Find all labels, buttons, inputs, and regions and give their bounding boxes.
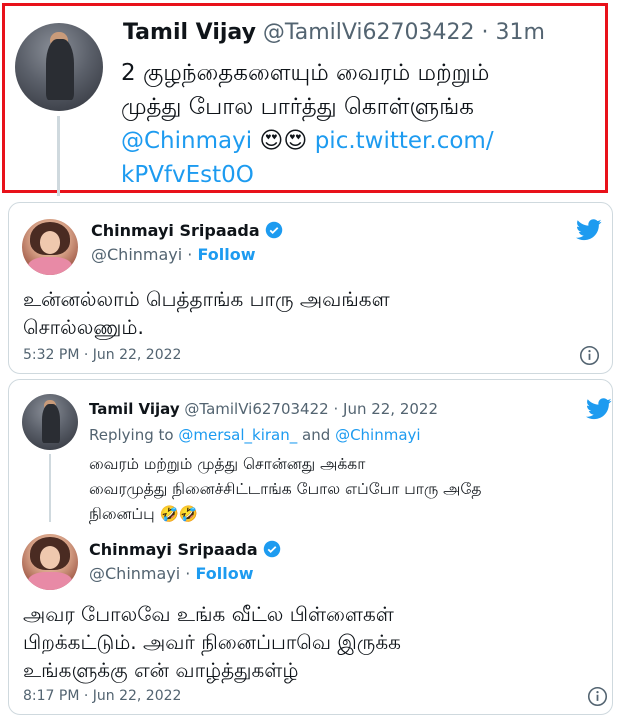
tweet-text: உன்னல்லாம் பெத்தாங்க பாரு அவங்கள சொல்லணு… <box>23 285 390 341</box>
emoji: 😍😍 <box>259 128 308 154</box>
timestamp[interactable]: 5:32 PM · Jun 22, 2022 <box>23 347 181 363</box>
author-name[interactable]: Chinmayi Sripaada <box>91 221 260 240</box>
tweet-text-line: 2 குழந்தைகளையும் வைரம் மற்றும் <box>121 60 490 86</box>
and-label: and <box>302 426 331 444</box>
follow-button[interactable]: Follow <box>197 245 255 264</box>
tweet-text-line: உங்களுக்கு என் வாழ்த்துகள்ழ் <box>23 658 299 682</box>
verified-badge-icon <box>263 540 281 558</box>
separator: · <box>187 245 193 264</box>
author-handle[interactable]: @TamilVi62703422 <box>263 20 475 45</box>
tweet-date[interactable]: Jun 22, 2022 <box>343 400 438 418</box>
replying-to: Replying to @mersal_kiran_ and @Chinmayi <box>89 426 421 444</box>
avatar[interactable] <box>22 534 78 590</box>
follow-button[interactable]: Follow <box>195 564 253 583</box>
author-handle[interactable]: @Chinmayi <box>91 245 182 264</box>
author-handle[interactable]: @TamilVi62703422 <box>184 400 328 418</box>
separator: · <box>481 20 489 45</box>
tweet-text-line: வைரமுத்து நினைச்சிட்டாங்க போல எப்போ பாரு… <box>89 480 482 498</box>
avatar[interactable] <box>15 23 103 111</box>
tweet-text: வைரம் மற்றும் முத்து சொன்னது அக்கா வைரமு… <box>89 452 482 527</box>
info-icon[interactable] <box>579 345 600 366</box>
media-link[interactable]: kPVfvEst0O <box>121 158 494 192</box>
timestamp[interactable]: 8:17 PM · Jun 22, 2022 <box>23 688 181 704</box>
author-name[interactable]: Tamil Vijay <box>89 400 180 418</box>
tweet-time[interactable]: 31m <box>496 20 545 45</box>
replying-label: Replying to <box>89 426 174 444</box>
mention-link[interactable]: @mersal_kiran_ <box>178 426 297 444</box>
author-name[interactable]: Tamil Vijay <box>123 20 256 45</box>
tweet-text-line: அவர போலவே உங்க வீட்ல பிள்ளைகள் <box>23 602 394 626</box>
tweet-text: அவர போலவே உங்க வீட்ல பிள்ளைகள் பிறக்கட்ட… <box>23 600 401 684</box>
tweet-text: 2 குழந்தைகளையும் வைரம் மற்றும் முத்து போ… <box>121 56 494 192</box>
thread-line <box>49 454 51 522</box>
embedded-thread-card[interactable]: Tamil Vijay @TamilVi62703422 · Jun 22, 2… <box>8 379 613 715</box>
tweet-text-line: வைரம் மற்றும் முத்து சொன்னது அக்கா <box>89 455 366 473</box>
avatar[interactable] <box>22 394 78 450</box>
tweet-text-line: பிறக்கட்டும். அவர் நினைப்பாவெ இருக்க <box>23 630 401 654</box>
avatar[interactable] <box>22 219 78 275</box>
twitter-logo-icon[interactable] <box>576 219 602 241</box>
tweet-text-line: நினைப்பு <box>89 505 155 523</box>
mention-link[interactable]: @Chinmayi <box>121 128 252 154</box>
tweet-text-line: சொல்லணும். <box>23 315 144 339</box>
embedded-tweet-card[interactable]: Chinmayi Sripaada @Chinmayi · Follow உன்… <box>8 202 613 374</box>
highlighted-tweet[interactable]: Tamil Vijay @TamilVi62703422 · 31m 2 குழ… <box>2 3 608 196</box>
mention-link[interactable]: @Chinmayi <box>335 426 421 444</box>
separator: · <box>185 564 191 583</box>
author-name[interactable]: Chinmayi Sripaada <box>89 540 258 559</box>
author-handle[interactable]: @Chinmayi <box>89 564 180 583</box>
thread-line <box>57 116 60 196</box>
info-icon[interactable] <box>587 686 608 707</box>
tweet-text-line: உன்னல்லாம் பெத்தாங்க பாரு அவங்கள <box>23 287 390 311</box>
tweet-text-line: முத்து போல பார்த்து கொள்ளுங்க <box>121 94 474 120</box>
emoji: 🤣🤣 <box>159 505 199 523</box>
separator: · <box>333 400 339 418</box>
media-link[interactable]: pic.twitter.com/ <box>315 128 494 154</box>
verified-badge-icon <box>265 221 283 239</box>
tweet-header: Tamil Vijay @TamilVi62703422 · 31m <box>123 20 545 45</box>
twitter-logo-icon[interactable] <box>586 398 612 420</box>
